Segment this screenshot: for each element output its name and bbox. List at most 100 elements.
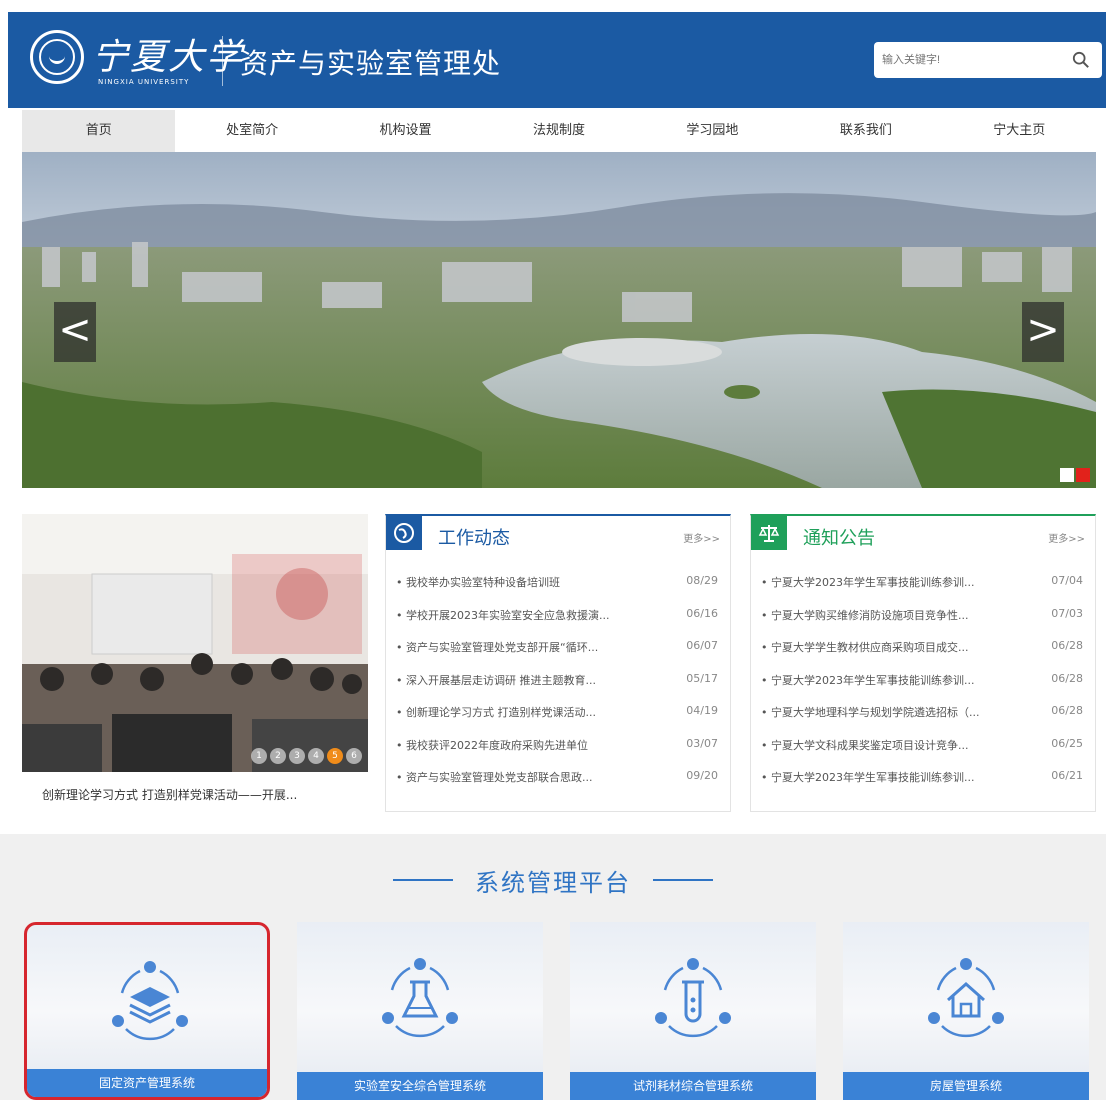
card-lab-safety-system[interactable]: 实验室安全综合管理系统 [297, 922, 543, 1100]
list-item-title[interactable]: 学校开展2023年实验室安全应急救援演... [396, 607, 609, 640]
heading-line-right [653, 879, 713, 881]
list-item-date: 06/21 [1051, 769, 1083, 782]
banner-campus-image [22, 152, 1096, 488]
flask-icon [382, 958, 458, 1038]
list-item-date: 06/07 [686, 639, 718, 652]
banner-dot[interactable] [1060, 468, 1074, 482]
test-tube-icon [655, 958, 731, 1038]
list-item-date: 07/04 [1051, 574, 1083, 587]
meeting-photo [22, 514, 368, 772]
search-input[interactable] [882, 42, 1062, 78]
list-item-date: 07/03 [1051, 606, 1083, 620]
platform-title: 系统管理平台 [475, 868, 631, 897]
main-nav: 首页 处室简介 机构设置 法规制度 学习园地 联系我们 宁大主页 [22, 110, 1096, 152]
list-item[interactable]: 宁夏大学购买维修消防设施项目竞争性... 07/03 [761, 607, 1083, 640]
list-item[interactable]: 学校开展2023年实验室安全应急救援演... 06/16 [396, 607, 718, 640]
photo-dot[interactable]: 1 [251, 748, 267, 764]
card-fixed-asset-system[interactable]: 固定资产管理系统 [24, 922, 270, 1100]
scales-icon [751, 516, 787, 550]
university-seal-icon[interactable] [30, 30, 84, 84]
work-news-panel: 工作动态 更多>> 我校举办实验室特种设备培训班 08/29 学校开展2023年实… [385, 514, 731, 812]
nav-item-home[interactable]: 首页 [22, 110, 176, 152]
list-item-title[interactable]: 宁夏大学购买维修消防设施项目竞争性... [761, 607, 969, 640]
list-item-title[interactable]: 宁夏大学2023年学生军事技能训练参训... [761, 574, 974, 607]
work-news-list: 我校举办实验室特种设备培训班 08/29 学校开展2023年实验室安全应急救援演.… [386, 562, 730, 802]
nav-item-learning[interactable]: 学习园地 [636, 110, 789, 152]
list-item-date: 09/20 [686, 769, 718, 782]
globe-icon [386, 516, 422, 550]
card-housing-system[interactable]: 房屋管理系统 [843, 922, 1089, 1100]
card-label[interactable]: 房屋管理系统 [843, 1072, 1089, 1100]
photo-pagination: 1 2 3 4 5 6 [251, 748, 362, 764]
nav-item-organization[interactable]: 机构设置 [329, 110, 482, 152]
heading-line-left [393, 879, 453, 881]
search-box [874, 42, 1102, 78]
list-item-date: 03/07 [686, 736, 718, 750]
list-item[interactable]: 宁夏大学学生教材供应商采购项目成交... 06/28 [761, 639, 1083, 672]
panel-title: 工作动态 [438, 528, 510, 549]
list-item-date: 06/16 [686, 606, 718, 620]
banner-prev-button[interactable]: < [54, 302, 96, 362]
list-item[interactable]: 我校举办实验室特种设备培训班 08/29 [396, 574, 718, 607]
more-link[interactable]: 更多>> [683, 530, 720, 545]
card-label[interactable]: 固定资产管理系统 [27, 1069, 267, 1097]
photo-dot[interactable]: 4 [308, 748, 324, 764]
list-item[interactable]: 宁夏大学2023年学生军事技能训练参训... 06/21 [761, 769, 1083, 802]
nav-item-university-home[interactable]: 宁大主页 [943, 110, 1096, 152]
news-photo-caption[interactable]: 创新理论学习方式 打造别样党课活动——开展... [22, 786, 368, 803]
photo-dot-active[interactable]: 5 [327, 748, 343, 764]
list-item[interactable]: 宁夏大学2023年学生军事技能训练参训... 06/28 [761, 672, 1083, 705]
list-item-date: 05/17 [686, 671, 718, 685]
notice-panel: 通知公告 更多>> 宁夏大学2023年学生军事技能训练参训... 07/04 宁夏… [750, 514, 1096, 812]
search-icon[interactable] [1072, 51, 1090, 69]
more-link[interactable]: 更多>> [1048, 530, 1085, 545]
house-icon [928, 958, 1004, 1038]
list-item-title[interactable]: 资产与实验室管理处党支部开展“循环... [396, 639, 598, 672]
nav-item-about[interactable]: 处室简介 [175, 110, 328, 152]
photo-dot[interactable]: 2 [270, 748, 286, 764]
list-item-date: 04/19 [686, 704, 718, 717]
banner-pagination [1060, 468, 1090, 482]
card-label[interactable]: 实验室安全综合管理系统 [297, 1072, 543, 1100]
nav-item-contact[interactable]: 联系我们 [789, 110, 942, 152]
news-photo-carousel[interactable]: 1 2 3 4 5 6 [22, 514, 368, 772]
list-item-title[interactable]: 资产与实验室管理处党支部联合思政... [396, 769, 593, 802]
list-item[interactable]: 创新理论学习方式 打造别样党课活动... 04/19 [396, 704, 718, 737]
list-item-date: 08/29 [686, 574, 718, 587]
list-item-title[interactable]: 宁夏大学文科成果奖鉴定项目设计竞争... [761, 737, 969, 770]
list-item[interactable]: 宁夏大学文科成果奖鉴定项目设计竞争... 06/25 [761, 737, 1083, 770]
list-item-date: 06/25 [1051, 736, 1083, 750]
list-item-title[interactable]: 宁夏大学地理科学与规划学院遴选招标（... [761, 704, 980, 737]
list-item[interactable]: 宁夏大学2023年学生军事技能训练参训... 07/04 [761, 574, 1083, 607]
photo-dot[interactable]: 6 [346, 748, 362, 764]
list-item[interactable]: 宁夏大学地理科学与规划学院遴选招标（... 06/28 [761, 704, 1083, 737]
card-label[interactable]: 试剂耗材综合管理系统 [570, 1072, 816, 1100]
list-item-date: 06/28 [1051, 704, 1083, 717]
photo-dot[interactable]: 3 [289, 748, 305, 764]
list-item-title[interactable]: 宁夏大学学生教材供应商采购项目成交... [761, 639, 969, 672]
system-platform-section: 系统管理平台 固定资产管理系统 实验室安全综合管理系统 试剂耗材综合管理系统 房… [0, 834, 1106, 1100]
list-item-title[interactable]: 我校举办实验室特种设备培训班 [396, 574, 560, 607]
list-item-title[interactable]: 宁夏大学2023年学生军事技能训练参训... [761, 769, 974, 802]
banner-carousel: < > [22, 152, 1096, 488]
notice-list: 宁夏大学2023年学生军事技能训练参训... 07/04 宁夏大学购买维修消防设施… [751, 562, 1095, 802]
banner-dot-active[interactable] [1076, 468, 1090, 482]
panel-title: 通知公告 [803, 528, 875, 549]
site-header: 宁夏大学 NINGXIA UNIVERSITY 资产与实验室管理处 [8, 12, 1106, 108]
list-item-title[interactable]: 深入开展基层走访调研 推进主题教育... [396, 672, 596, 705]
card-reagent-system[interactable]: 试剂耗材综合管理系统 [570, 922, 816, 1100]
list-item-date: 06/28 [1051, 639, 1083, 652]
site-title: 资产与实验室管理处 [240, 47, 502, 80]
list-item[interactable]: 资产与实验室管理处党支部联合思政... 09/20 [396, 769, 718, 802]
panel-header: 通知公告 更多>> [751, 516, 1095, 562]
list-item-title[interactable]: 宁夏大学2023年学生军事技能训练参训... [761, 672, 974, 705]
header-divider [222, 36, 223, 86]
list-item[interactable]: 资产与实验室管理处党支部开展“循环... 06/07 [396, 639, 718, 672]
list-item[interactable]: 深入开展基层走访调研 推进主题教育... 05/17 [396, 672, 718, 705]
nav-item-regulations[interactable]: 法规制度 [482, 110, 635, 152]
list-item[interactable]: 我校获评2022年度政府采购先进单位 03/07 [396, 737, 718, 770]
list-item-title[interactable]: 创新理论学习方式 打造别样党课活动... [396, 704, 596, 737]
list-item-title[interactable]: 我校获评2022年度政府采购先进单位 [396, 737, 588, 770]
banner-next-button[interactable]: > [1022, 302, 1064, 362]
layers-icon [112, 961, 188, 1041]
